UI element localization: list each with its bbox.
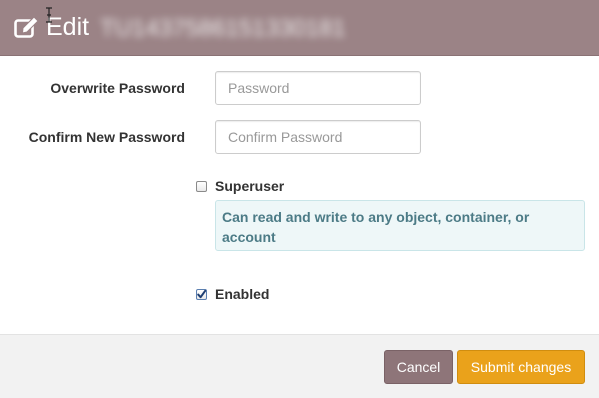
text-cursor-icon: [46, 7, 52, 23]
confirm-password-input[interactable]: [215, 120, 421, 154]
superuser-checkbox[interactable]: [196, 181, 207, 192]
enabled-label: Enabled: [215, 286, 270, 302]
enabled-checkbox[interactable]: [196, 289, 207, 300]
checkmark-icon: [197, 289, 207, 299]
edit-pencil-icon: [14, 16, 39, 38]
modal-header: Edit TU1437586151330181: [0, 0, 599, 56]
superuser-label: Superuser: [215, 178, 285, 194]
overwrite-password-input[interactable]: [215, 71, 421, 105]
cancel-button[interactable]: Cancel: [384, 350, 453, 384]
edit-user-modal: Edit TU1437586151330181 Overwrite Passwo…: [0, 0, 599, 398]
modal-subject-redacted: TU1437586151330181: [100, 15, 346, 42]
overwrite-password-label: Overwrite Password: [50, 80, 185, 96]
submit-changes-button[interactable]: Submit changes: [457, 350, 585, 384]
confirm-password-label: Confirm New Password: [28, 129, 185, 145]
superuser-help-text: Can read and write to any object, contai…: [215, 200, 585, 251]
